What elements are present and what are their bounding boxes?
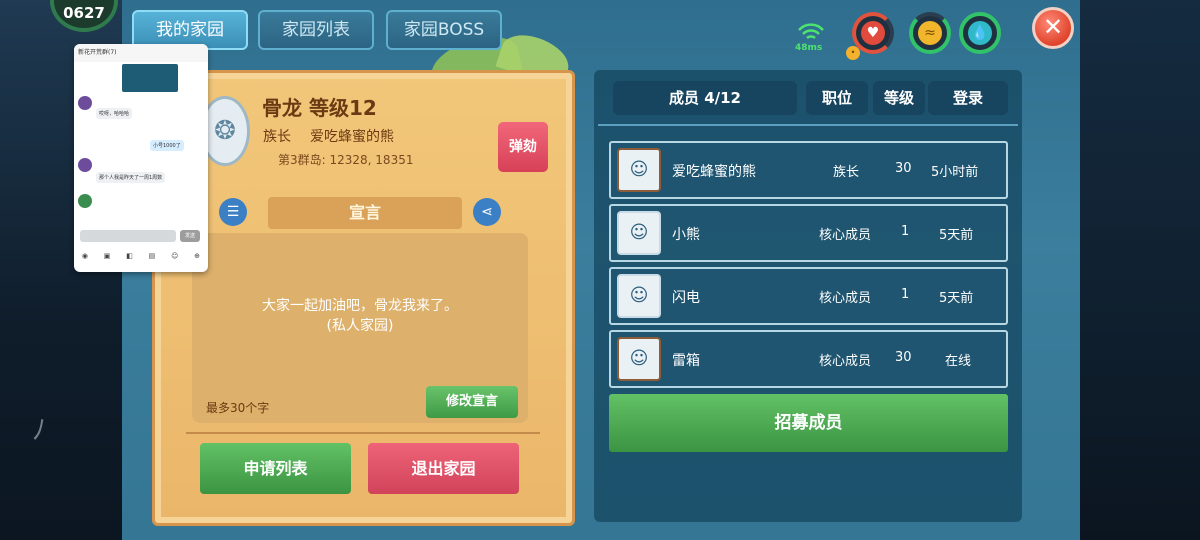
ping-label: 48ms <box>795 43 823 53</box>
watermark-glyph: ﾉ <box>32 413 47 446</box>
chat-toolbar: ◉ ▣ ◧ ▤ ☺ ⊕ <box>74 248 208 264</box>
leave-home-button[interactable]: 退出家园 <box>368 443 519 494</box>
heart-icon: ♥ <box>861 21 885 45</box>
member-level: 1 <box>901 224 910 239</box>
member-role: 核心成员 <box>819 291 872 306</box>
apply-list-button[interactable]: 申请列表 <box>200 443 351 494</box>
member-row[interactable]: ☺ 雷箱 核心成员 30 在线 <box>609 330 1008 388</box>
role-header[interactable]: 职位 <box>806 81 868 115</box>
divider <box>186 432 540 434</box>
cat-icon: • <box>846 46 860 60</box>
declaration-line: (私人家园) <box>326 318 394 334</box>
tab-home-list[interactable]: 家园列表 <box>258 10 374 50</box>
avatar: ☺ <box>617 148 661 192</box>
chat-header[interactable]: 新花开荒群(7) <box>74 44 208 62</box>
notes-icon[interactable]: ☰ <box>219 198 247 226</box>
tab-home-boss[interactable]: 家园BOSS <box>386 10 502 50</box>
impeach-button[interactable]: 弹劾 <box>498 122 548 172</box>
file-icon[interactable]: ▤ <box>149 252 156 260</box>
members-count-header: 成员 4/12 <box>613 81 797 115</box>
plus-icon[interactable]: ⊕ <box>194 252 200 260</box>
energy-icon: ≈ <box>918 21 942 45</box>
send-button[interactable]: 发送 <box>180 230 200 242</box>
edit-declaration-button[interactable]: 修改宣言 <box>426 386 518 418</box>
member-role: 族长 <box>833 165 860 180</box>
wifi-icon <box>798 23 824 40</box>
water-gauge[interactable]: 💧 <box>959 12 1001 54</box>
leader-name: 爱吃蜂蜜的熊 <box>310 129 394 145</box>
header-divider <box>598 124 1018 126</box>
member-level: 30 <box>895 161 912 176</box>
member-login: 5天前 <box>939 228 974 243</box>
island-coordinates: 第3群岛: 12328, 18351 <box>278 153 414 167</box>
close-icon: ✕ <box>1042 13 1064 41</box>
declaration-text: 大家一起加油吧，骨龙我来了。 (私人家园) <box>192 296 528 336</box>
voice-icon[interactable]: ◉ <box>82 252 88 260</box>
camera-icon[interactable]: ◧ <box>126 252 133 260</box>
chat-message: 那个人我是昨天了一周1周数 <box>96 172 166 183</box>
avatar: ☺ <box>617 274 661 318</box>
member-row[interactable]: ☺ 小熊 核心成员 1 5天前 <box>609 204 1008 262</box>
member-name: 爱吃蜂蜜的熊 <box>672 164 756 180</box>
login-header[interactable]: 登录 <box>928 81 1008 115</box>
member-name: 小熊 <box>672 227 700 243</box>
declaration-title: 宣言 <box>268 197 462 229</box>
max-chars-hint: 最多30个字 <box>206 401 270 415</box>
member-login: 在线 <box>945 354 972 369</box>
member-role: 核心成员 <box>819 354 872 369</box>
member-login: 5小时前 <box>931 165 979 180</box>
avatar: ☺ <box>617 337 661 381</box>
avatar <box>78 96 92 110</box>
chat-input[interactable] <box>80 230 176 242</box>
chat-message: 小号1000了 <box>150 140 184 151</box>
water-drop-icon: 💧 <box>968 21 992 45</box>
recruit-members-button[interactable]: 招募成员 <box>609 394 1008 452</box>
image-icon[interactable]: ▣ <box>104 252 111 260</box>
level-header[interactable]: 等级 <box>873 81 925 115</box>
member-row[interactable]: ☺ 爱吃蜂蜜的熊 族长 30 5小时前 <box>609 141 1008 199</box>
member-row[interactable]: ☺ 闪电 核心成员 1 5天前 <box>609 267 1008 325</box>
share-icon[interactable]: ⋖ <box>473 198 501 226</box>
avatar <box>78 194 92 208</box>
member-role: 核心成员 <box>819 228 872 243</box>
member-name: 雷箱 <box>672 353 700 369</box>
emoji-icon[interactable]: ☺ <box>171 252 178 260</box>
energy-gauge[interactable]: ≈ <box>909 12 951 54</box>
declaration-line: 大家一起加油吧，骨龙我来了。 <box>262 298 458 314</box>
clan-title: 骨龙 等级12 <box>262 96 377 120</box>
close-button[interactable]: ✕ <box>1032 7 1074 49</box>
avatar <box>78 158 92 172</box>
member-level: 30 <box>895 350 912 365</box>
member-name: 闪电 <box>672 290 700 306</box>
member-level: 1 <box>901 287 910 302</box>
chat-message: 哎呀，哈哈哈 <box>96 108 133 119</box>
leader-label: 族长 <box>263 129 291 145</box>
member-login: 5天前 <box>939 291 974 306</box>
chat-overlay[interactable]: 新花开荒群(7) 哎呀，哈哈哈 小号1000了 那个人我是昨天了一周1周数 发送… <box>74 44 208 272</box>
avatar: ☺ <box>617 211 661 255</box>
chat-image[interactable] <box>122 64 178 92</box>
right-scenery <box>1080 0 1200 540</box>
